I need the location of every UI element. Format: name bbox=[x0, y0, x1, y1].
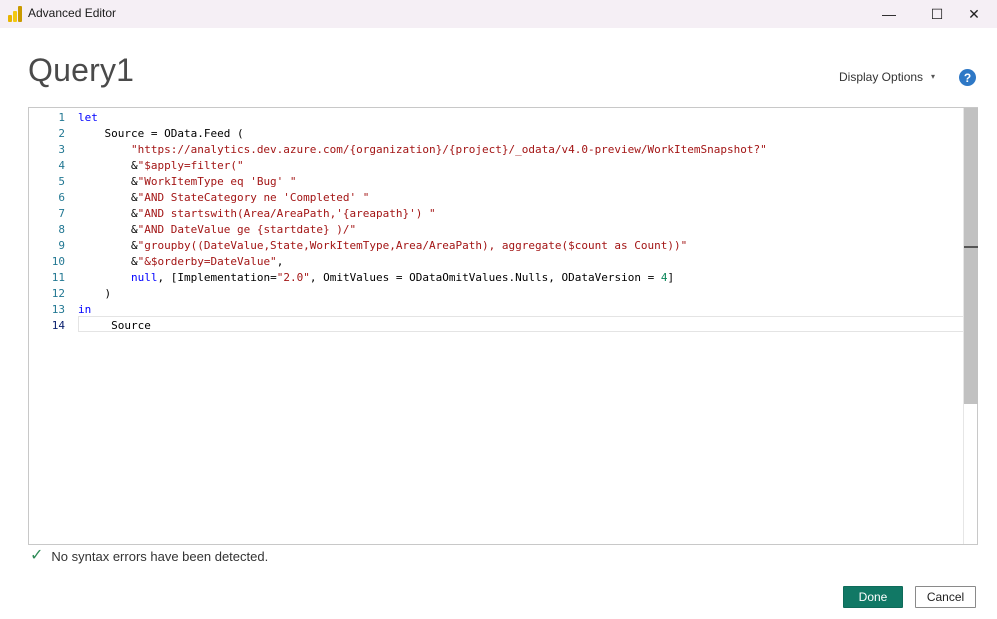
code-line[interactable]: &"AND startswith(Area/AreaPath,'{areapat… bbox=[78, 206, 958, 222]
code-line[interactable]: &"&$orderby=DateValue", bbox=[78, 254, 958, 270]
code-area[interactable]: let Source = OData.Feed ( "https://analy… bbox=[78, 110, 958, 334]
line-number: 11 bbox=[51, 271, 65, 284]
code-line[interactable]: Source bbox=[78, 318, 958, 334]
line-number: 8 bbox=[58, 223, 65, 236]
window-title: Advanced Editor bbox=[28, 6, 117, 20]
status-message: No syntax errors have been detected. bbox=[51, 548, 269, 564]
line-number: 13 bbox=[51, 303, 65, 316]
scrollbar-thumb[interactable] bbox=[964, 108, 978, 404]
line-number: 7 bbox=[58, 207, 65, 220]
code-line[interactable]: in bbox=[78, 302, 958, 318]
line-number: 1 bbox=[58, 111, 65, 124]
line-number: 10 bbox=[51, 255, 65, 268]
help-icon[interactable]: ? bbox=[959, 69, 976, 86]
minimize-button[interactable]: — bbox=[866, 0, 912, 28]
code-line[interactable]: ) bbox=[78, 286, 958, 302]
done-button[interactable]: Done bbox=[843, 586, 903, 608]
vertical-scrollbar[interactable] bbox=[963, 108, 978, 544]
code-line[interactable]: "https://analytics.dev.azure.com/{organi… bbox=[78, 142, 958, 158]
caret-down-icon: ▾ bbox=[931, 71, 936, 81]
line-number: 3 bbox=[58, 143, 65, 156]
display-options-dropdown[interactable]: Display Options ▾ bbox=[839, 70, 935, 84]
title-bar: Advanced Editor — ☐ ✕ bbox=[0, 0, 997, 28]
code-line[interactable]: &"AND DateValue ge {startdate} )/" bbox=[78, 222, 958, 238]
code-line[interactable]: Source = OData.Feed ( bbox=[78, 126, 958, 142]
line-number: 2 bbox=[58, 127, 65, 140]
code-line[interactable]: let bbox=[78, 110, 958, 126]
close-button[interactable]: ✕ bbox=[951, 0, 997, 28]
code-line[interactable]: null, [Implementation="2.0", OmitValues … bbox=[78, 270, 958, 286]
line-number: 14 bbox=[51, 319, 65, 332]
code-line[interactable]: &"WorkItemType eq 'Bug' " bbox=[78, 174, 958, 190]
code-line[interactable]: &"AND StateCategory ne 'Completed' " bbox=[78, 190, 958, 206]
line-number: 9 bbox=[58, 239, 65, 252]
line-number: 4 bbox=[58, 159, 65, 172]
code-line[interactable]: &"groupby((DateValue,State,WorkItemType,… bbox=[78, 238, 958, 254]
line-number: 12 bbox=[51, 287, 65, 300]
line-number: 5 bbox=[58, 175, 65, 188]
code-editor[interactable]: 1 2 3 4 5 6 7 8 9 10 11 12 13 14 let Source = OData.F… bbox=[28, 107, 978, 545]
line-number-gutter: 1 2 3 4 5 6 7 8 9 10 11 12 13 14 bbox=[29, 110, 65, 334]
code-line[interactable]: &"$apply=filter(" bbox=[78, 158, 958, 174]
check-icon: ✓ bbox=[30, 547, 44, 564]
line-number: 6 bbox=[58, 191, 65, 204]
power-bi-icon bbox=[8, 6, 22, 22]
display-options-label: Display Options bbox=[839, 70, 924, 84]
syntax-status: ✓ No syntax errors have been detected. bbox=[30, 548, 268, 564]
scrollbar-position-marker bbox=[964, 246, 978, 248]
cancel-button[interactable]: Cancel bbox=[915, 586, 976, 608]
query-title: Query1 bbox=[28, 52, 135, 88]
